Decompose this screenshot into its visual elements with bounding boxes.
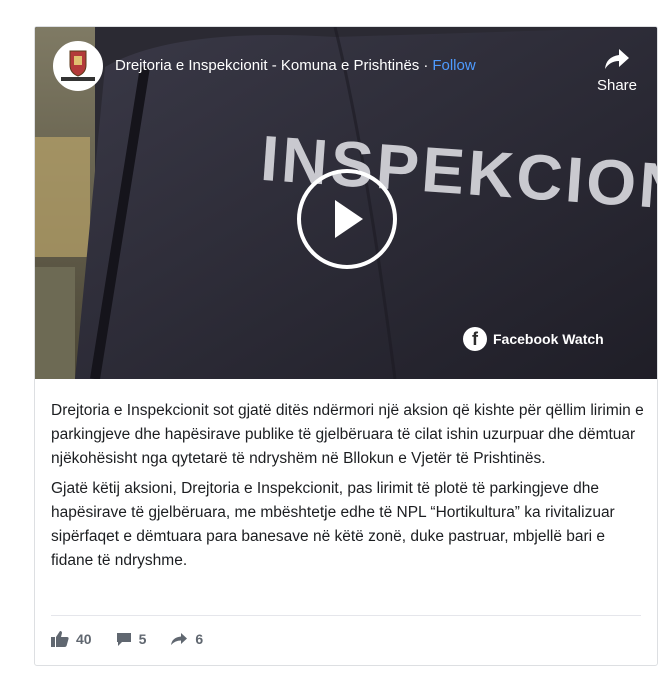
post-paragraph-2: Gjatë këtij aksioni, Drejtoria e Inspekc…	[51, 480, 615, 569]
like-icon	[51, 631, 69, 647]
share-arrow-icon	[604, 49, 629, 69]
follow-link[interactable]: Follow	[432, 57, 475, 74]
page-avatar[interactable]	[53, 41, 103, 91]
video-player[interactable]: INSPEKCION Drejtoria e Inspekcionit - Ko…	[35, 27, 657, 379]
reaction-bar: 40 5 6	[51, 631, 227, 647]
avatar-crest-icon	[55, 43, 101, 89]
play-icon	[335, 200, 363, 238]
like-button[interactable]: 40	[51, 631, 92, 647]
comment-icon	[116, 632, 131, 646]
post-paragraph-1: Drejtoria e Inspekcionit sot gjatë ditës…	[51, 402, 644, 467]
separator-dot: ·	[423, 57, 429, 74]
post-text: Drejtoria e Inspekcionit sot gjatë ditës…	[51, 399, 645, 579]
share-icon	[171, 633, 188, 645]
video-header: Drejtoria e Inspekcionit - Komuna e Pris…	[53, 41, 476, 91]
comment-count: 5	[138, 631, 147, 647]
comment-button[interactable]: 5	[116, 631, 147, 647]
share-post-button[interactable]: 6	[170, 631, 203, 647]
page-name-link[interactable]: Drejtoria e Inspekcionit - Komuna e Pris…	[115, 57, 419, 74]
facebook-watch-badge[interactable]: f Facebook Watch	[463, 327, 604, 351]
share-label: Share	[596, 77, 637, 94]
facebook-logo-icon: f	[463, 327, 487, 351]
facebook-watch-label: Facebook Watch	[493, 331, 604, 347]
video-post-card: INSPEKCION Drejtoria e Inspekcionit - Ko…	[34, 26, 658, 666]
divider	[51, 615, 641, 616]
share-count: 6	[195, 631, 204, 647]
share-button[interactable]: Share	[597, 47, 637, 94]
like-count: 40	[76, 631, 92, 647]
play-button[interactable]	[297, 169, 397, 269]
page-name-row: Drejtoria e Inspekcionit - Komuna e Pris…	[115, 57, 476, 75]
